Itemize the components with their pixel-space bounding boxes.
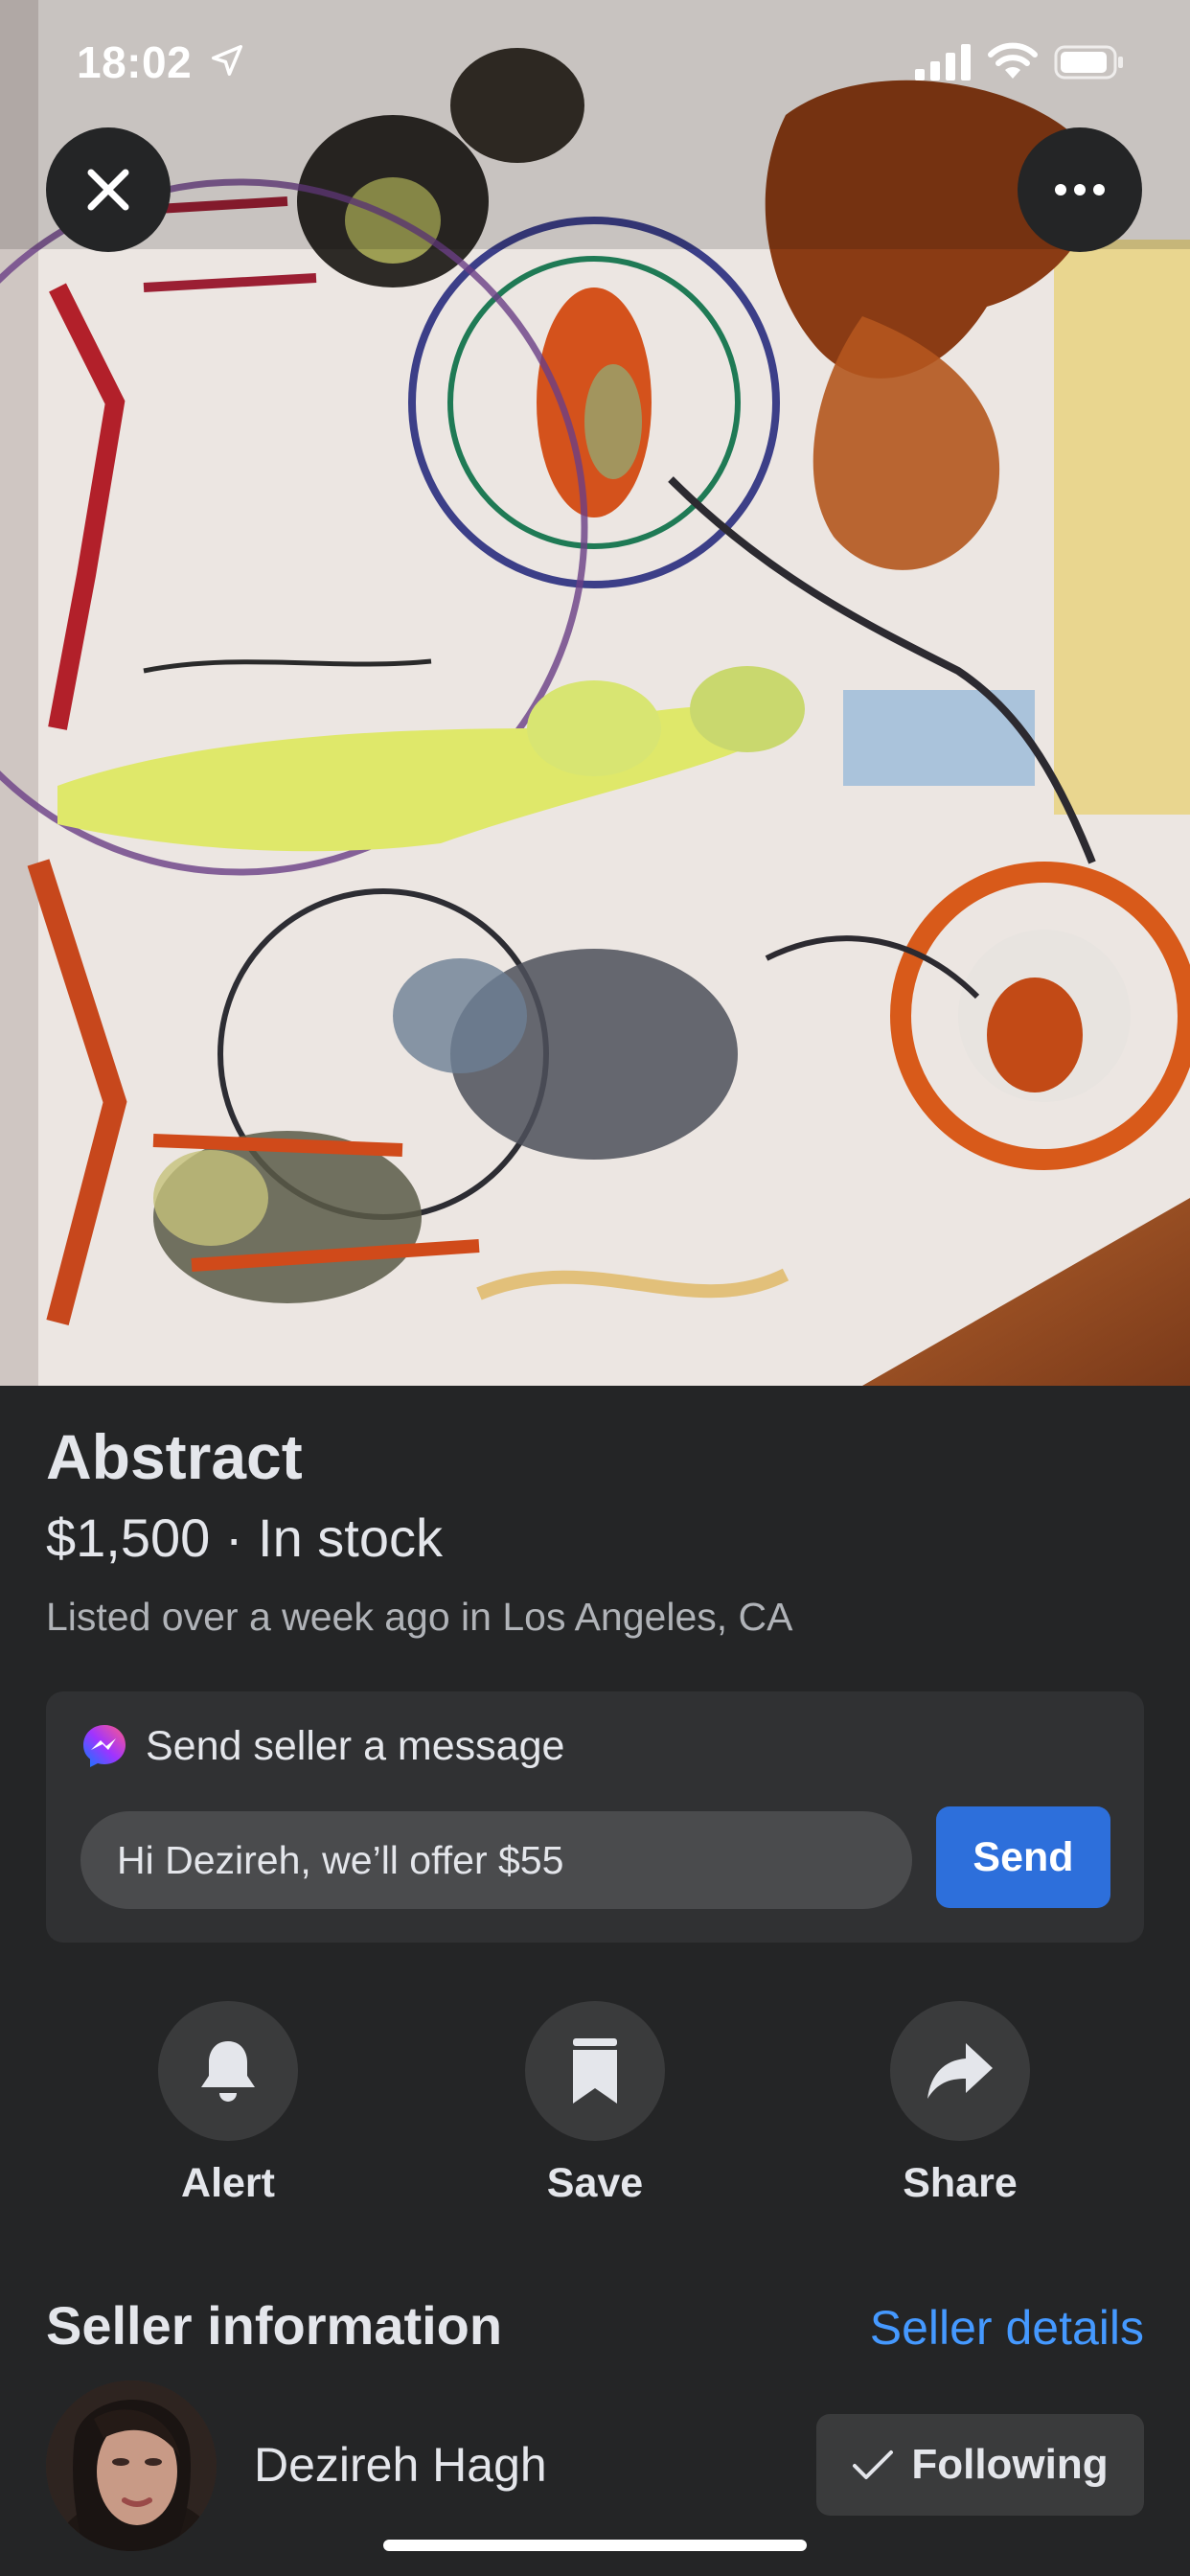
listing-photo[interactable]: 18:02 [0,0,1190,1386]
share-arrow-icon [927,2043,993,2099]
share-action[interactable]: Share [826,2001,1094,2207]
listed-info: Listed over a week ago in Los Angeles, C… [46,1595,793,1639]
following-label: Following [911,2441,1109,2488]
more-dots-icon [1055,184,1105,196]
alert-label: Alert [181,2160,275,2206]
message-seller-card: Send seller a message Hi Dezireh, we’ll … [46,1691,1144,1943]
close-button[interactable] [46,127,171,252]
share-label: Share [903,2160,1018,2206]
alert-icon-circle[interactable] [158,2001,298,2141]
alert-action[interactable]: Alert [94,2001,362,2207]
save-action[interactable]: Save [461,2001,729,2207]
painting-image [0,0,1190,1386]
avatar-image [46,2380,217,2551]
share-icon-circle[interactable] [890,2001,1030,2141]
message-card-header: Send seller a message [80,1722,564,1770]
following-button[interactable]: Following [816,2414,1144,2516]
bookmark-icon [573,2038,617,2104]
status-bar: 18:02 [0,0,1190,134]
more-options-button[interactable] [1018,127,1142,252]
status-time: 18:02 [77,37,193,87]
home-indicator[interactable] [383,2540,807,2551]
message-input[interactable]: Hi Dezireh, we’ll offer $55 [80,1811,912,1909]
price-stock-line: $1,500 · In stock [46,1507,444,1568]
messenger-icon [83,1725,126,1767]
listing-title: Abstract [46,1421,303,1492]
save-icon-circle[interactable] [525,2001,665,2141]
cellular-signal-icon [915,44,971,80]
save-label: Save [546,2160,644,2206]
seller-avatar[interactable] [46,2380,217,2551]
message-card-title: Send seller a message [146,1722,565,1769]
location-arrow-icon [212,45,242,76]
close-icon [87,169,129,211]
seller-name[interactable]: Dezireh Hagh [254,2437,547,2493]
send-button[interactable]: Send [936,1806,1110,1908]
wifi-icon [988,42,1038,79]
bell-icon [201,2041,255,2102]
seller-details-link[interactable]: Seller details [870,2300,1144,2356]
seller-information-heading: Seller information [46,2295,503,2356]
battery-icon [1054,45,1123,80]
checkmark-icon [853,2450,894,2479]
